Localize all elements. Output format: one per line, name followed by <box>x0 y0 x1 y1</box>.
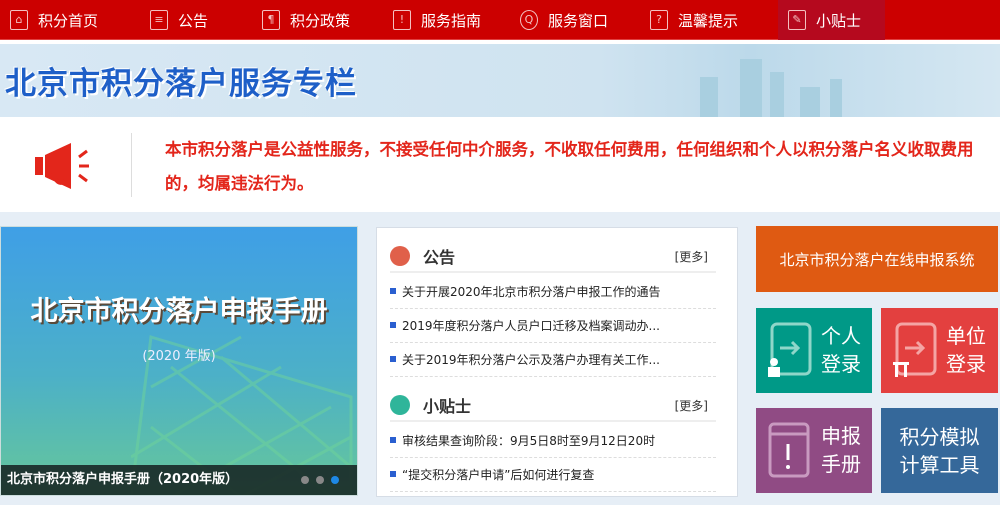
login-unit-icon <box>893 322 937 377</box>
tip-item[interactable]: 审核结果查询阶段：9月5日8时至9月12日20时 <box>390 424 716 458</box>
nav-guide[interactable]: ! 服务指南 <box>385 0 489 40</box>
login-person-icon <box>768 322 812 377</box>
tips-icon <box>390 395 410 415</box>
nav-small-tips[interactable]: ✎ 小贴士 <box>778 0 885 40</box>
home-icon: ⌂ <box>10 10 28 30</box>
announcement-item[interactable]: 关于2019年积分落户公示及落户办理有关工作... <box>390 343 716 377</box>
carousel-dot[interactable] <box>301 476 309 484</box>
announcements-more-link[interactable]: [更多] <box>675 248 708 265</box>
nav-policy[interactable]: ¶ 积分政策 <box>254 0 358 40</box>
notice-box: 本市积分落户是公益性服务，不接受任何中介服务，不收取任何费用，任何组织和个人以积… <box>0 117 1000 212</box>
carousel-dot[interactable] <box>316 476 324 484</box>
megaphone-icon <box>35 143 89 189</box>
tips-more-link[interactable]: [更多] <box>675 397 708 414</box>
guide-icon: ! <box>393 10 411 30</box>
notice-text: 本市积分落户是公益性服务，不接受任何中介服务，不收取任何费用，任何组织和个人以积… <box>165 140 974 193</box>
announcement-item[interactable]: 关于开展2020年北京市积分落户申报工作的通告 <box>390 275 716 309</box>
announcement-item[interactable]: 2019年度积分落户人员户口迁移及档案调动办... <box>390 309 716 343</box>
carousel-dot-active[interactable] <box>331 476 339 484</box>
tip-item[interactable]: “提交积分落户申请”后如何进行复查 <box>390 458 716 492</box>
nav-home[interactable]: ⌂ 积分首页 <box>2 0 106 40</box>
search-window-icon: Q <box>520 10 538 30</box>
top-nav: ⌂ 积分首页 ≡ 公告 ¶ 积分政策 ! 服务指南 Q 服务窗口 ? 温馨提示 ✎ 小贴士 <box>0 0 1000 40</box>
megaphone-icon <box>390 246 410 266</box>
carousel-dots <box>301 476 339 484</box>
nav-service-window[interactable]: Q 服务窗口 <box>512 0 616 40</box>
announcements-header: 公告 [更多] <box>390 241 716 273</box>
personal-login-button[interactable]: 个人 登录 <box>756 308 872 393</box>
online-system-button[interactable]: 北京市积分落户在线申报系统 <box>756 226 998 292</box>
policy-icon: ¶ <box>262 10 280 30</box>
tips-header: 小贴士 [更多] <box>390 390 716 422</box>
page-title: 北京市积分落户服务专栏 <box>5 66 357 102</box>
carousel-title: 北京市积分落户申报手册 <box>30 296 328 327</box>
divider <box>131 133 132 197</box>
carousel-edition: (2020 年版) <box>142 349 216 364</box>
carousel[interactable]: 北京市积分落户申报手册 (2020 年版) 北京市积分落户申报手册（2020年版… <box>0 226 358 496</box>
book-icon <box>768 422 810 478</box>
banner: 北京市积分落户服务专栏 <box>0 44 1000 117</box>
carousel-caption: 北京市积分落户申报手册（2020年版） <box>1 465 357 495</box>
edit-icon: ✎ <box>788 10 806 30</box>
unit-login-button[interactable]: 单位 登录 <box>881 308 998 393</box>
document-icon: ≡ <box>150 10 168 30</box>
news-panel: 公告 [更多] 关于开展2020年北京市积分落户申报工作的通告 2019年度积分… <box>376 227 738 497</box>
nav-announcements[interactable]: ≡ 公告 <box>142 0 216 40</box>
points-calculator-button[interactable]: 积分模拟 计算工具 <box>881 408 998 493</box>
manual-button[interactable]: 申报 手册 <box>756 408 872 493</box>
question-icon: ? <box>650 10 668 30</box>
nav-tips-reminder[interactable]: ? 温馨提示 <box>642 0 746 40</box>
